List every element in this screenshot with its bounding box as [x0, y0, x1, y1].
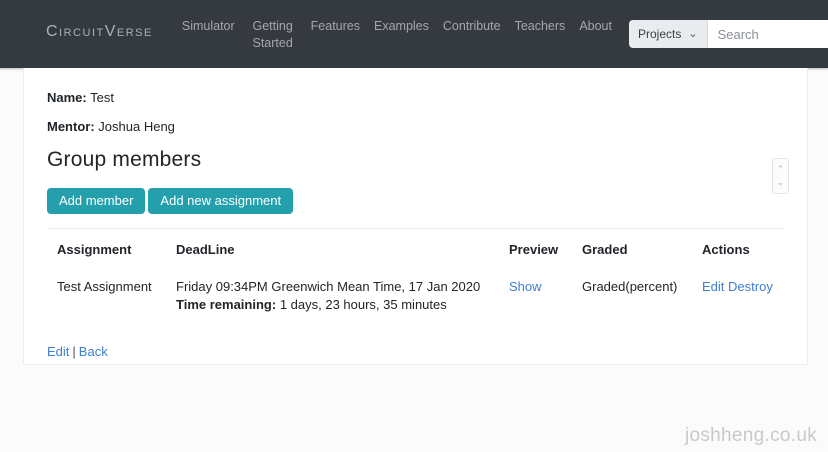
header-actions: Actions: [692, 229, 784, 270]
edit-assignment-link[interactable]: Edit: [702, 279, 724, 294]
watermark: joshheng.co.uk: [685, 425, 817, 447]
header-deadline: DeadLine: [166, 229, 499, 270]
search-filter-label: Projects: [638, 27, 681, 41]
navbar: CircuitVerse Simulator Getting Started F…: [0, 0, 828, 68]
edit-group-link[interactable]: Edit: [47, 344, 69, 359]
group-mentor-value: Joshua Heng: [98, 119, 175, 134]
nav-item-features[interactable]: Features: [304, 13, 367, 40]
cell-preview: Show: [499, 269, 572, 322]
add-member-button[interactable]: Add member: [47, 188, 145, 214]
search-group: Projects ⌄: [629, 20, 828, 48]
cell-graded: Graded(percent): [572, 269, 692, 322]
assignments-table: Assignment DeadLine Preview Graded Actio…: [47, 228, 784, 322]
page-title: Group members: [47, 148, 784, 172]
time-remaining-label: Time remaining:: [176, 297, 276, 312]
show-link[interactable]: Show: [509, 279, 542, 294]
nav-item-getting-started[interactable]: Getting Started: [242, 13, 304, 57]
deadline-text: Friday 09:34PM Greenwich Mean Time, 17 J…: [176, 279, 491, 294]
group-name-value: Test: [90, 90, 114, 105]
spinner-down-icon[interactable]: ⌄: [777, 176, 785, 189]
header-assignment: Assignment: [47, 229, 166, 270]
destroy-assignment-link[interactable]: Destroy: [728, 279, 773, 294]
add-assignment-button[interactable]: Add new assignment: [148, 188, 293, 214]
nav-item-examples[interactable]: Examples: [367, 13, 436, 40]
link-separator: |: [72, 344, 75, 359]
search-filter-dropdown[interactable]: Projects ⌄: [629, 20, 708, 48]
header-preview: Preview: [499, 229, 572, 270]
circuitverse-logo[interactable]: CircuitVerse: [46, 23, 153, 41]
group-mentor-row: Mentor: Joshua Heng: [47, 119, 784, 134]
chevron-down-icon: ⌄: [688, 29, 697, 40]
group-name-label: Name:: [47, 90, 87, 105]
group-name-row: Name: Test: [47, 90, 784, 105]
time-remaining: Time remaining: 1 days, 23 hours, 35 min…: [176, 297, 491, 312]
nav-item-simulator[interactable]: Simulator: [175, 13, 242, 40]
nav-item-contribute[interactable]: Contribute: [436, 13, 508, 40]
group-actions: Add member Add new assignment: [47, 188, 784, 214]
footer-links: Edit| Back: [47, 344, 784, 359]
nav-links: Simulator Getting Started Features Examp…: [175, 13, 619, 57]
header-graded: Graded: [572, 229, 692, 270]
cell-assignment-name: Test Assignment: [47, 269, 166, 322]
group-mentor-label: Mentor:: [47, 119, 95, 134]
table-header-row: Assignment DeadLine Preview Graded Actio…: [47, 229, 784, 270]
group-card: Name: Test Mentor: Joshua Heng Group mem…: [23, 68, 808, 365]
table-row: Test Assignment Friday 09:34PM Greenwich…: [47, 269, 784, 322]
nav-item-teachers[interactable]: Teachers: [508, 13, 573, 40]
nav-item-about[interactable]: About: [572, 13, 619, 40]
time-remaining-value: 1 days, 23 hours, 35 minutes: [280, 297, 447, 312]
search-input[interactable]: [708, 20, 828, 48]
cell-actions: Edit Destroy: [692, 269, 784, 322]
back-link[interactable]: Back: [79, 344, 108, 359]
cell-deadline: Friday 09:34PM Greenwich Mean Time, 17 J…: [166, 269, 499, 322]
spinner-up-icon[interactable]: ⌃: [777, 163, 785, 176]
scroll-spinner[interactable]: ⌃ ⌄: [772, 158, 789, 194]
